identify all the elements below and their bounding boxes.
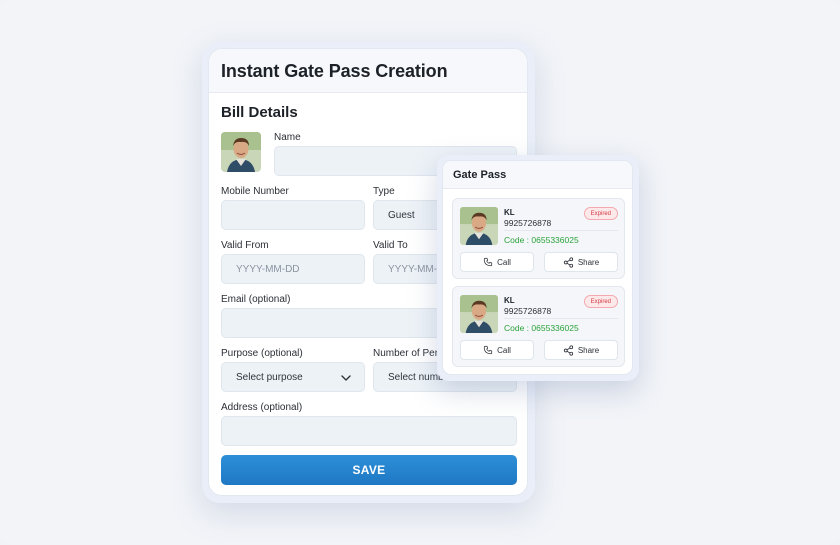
call-label: Call xyxy=(497,345,511,355)
name-label: Name xyxy=(274,132,301,143)
pass-avatar xyxy=(460,207,498,245)
purpose-select[interactable]: Select purpose xyxy=(221,362,365,392)
address-input[interactable] xyxy=(221,416,517,446)
type-label: Type xyxy=(373,186,395,197)
gate-pass-item: KL 9925726878 Code : 0655336025 Expired … xyxy=(452,286,625,367)
gate-pass-panel: Gate Pass KL 9925726878 Code : 065533602… xyxy=(442,160,633,375)
type-value: Guest xyxy=(388,209,415,221)
pass-code: Code : 0655336025 xyxy=(504,235,579,245)
page-title: Instant Gate Pass Creation xyxy=(221,61,448,81)
user-avatar[interactable] xyxy=(221,132,261,172)
persons-label: Number of Per xyxy=(373,348,439,359)
call-label: Call xyxy=(497,257,511,267)
phone-icon xyxy=(483,345,493,355)
call-button[interactable]: Call xyxy=(460,340,534,360)
save-button[interactable]: SAVE xyxy=(221,455,517,485)
status-badge: Expired xyxy=(583,207,618,220)
share-label: Share xyxy=(577,257,600,267)
share-button[interactable]: Share xyxy=(544,340,618,360)
pass-phone: 9925726878 xyxy=(504,306,552,316)
status-badge: Expired xyxy=(583,295,618,308)
purpose-label: Purpose (optional) xyxy=(221,348,303,359)
valid-to-label: Valid To xyxy=(373,240,408,251)
mobile-input[interactable] xyxy=(221,200,365,230)
phone-icon xyxy=(483,257,493,267)
divider xyxy=(504,318,618,319)
pass-avatar xyxy=(460,295,498,333)
mobile-label: Mobile Number xyxy=(221,186,289,197)
gate-pass-title: Gate Pass xyxy=(443,161,632,189)
divider xyxy=(504,230,618,231)
pass-phone: 9925726878 xyxy=(504,218,552,228)
pass-name: KL xyxy=(504,296,515,305)
call-button[interactable]: Call xyxy=(460,252,534,272)
share-label: Share xyxy=(577,345,600,355)
form-header: Instant Gate Pass Creation xyxy=(209,49,527,93)
share-button[interactable]: Share xyxy=(544,252,618,272)
purpose-placeholder: Select purpose xyxy=(236,371,303,383)
address-label: Address (optional) xyxy=(221,402,303,413)
gate-pass-item: KL 9925726878 Code : 0655336025 Expired … xyxy=(452,198,625,279)
persons-placeholder: Select numb xyxy=(388,371,444,383)
valid-from-input[interactable]: YYYY-MM-DD xyxy=(221,254,365,284)
chevron-down-icon xyxy=(341,375,351,381)
pass-code: Code : 0655336025 xyxy=(504,323,579,333)
email-label: Email (optional) xyxy=(221,294,291,305)
share-icon xyxy=(563,344,573,356)
pass-name: KL xyxy=(504,208,515,217)
share-icon xyxy=(563,256,573,268)
section-title: Bill Details xyxy=(221,104,298,121)
valid-from-label: Valid From xyxy=(221,240,269,251)
